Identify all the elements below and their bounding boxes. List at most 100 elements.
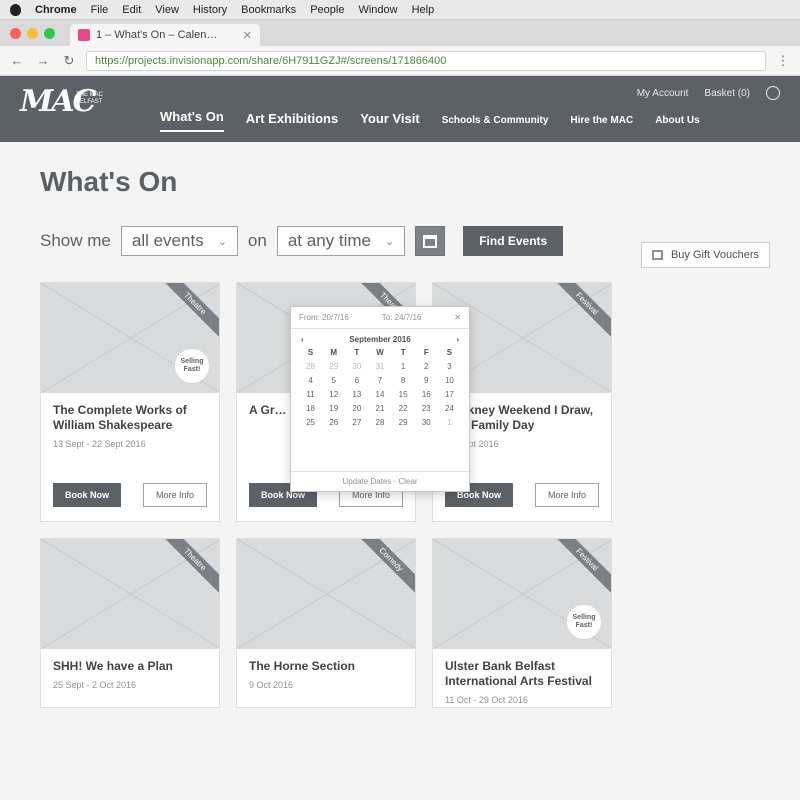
search-icon[interactable] — [766, 86, 780, 100]
nav-about-us[interactable]: About Us — [655, 115, 699, 132]
close-tab-icon[interactable]: ✕ — [243, 29, 252, 42]
calendar-day[interactable]: 23 — [415, 404, 438, 413]
calendar-day[interactable]: 8 — [392, 376, 415, 385]
weekday-header: M — [330, 348, 338, 357]
calendar-day[interactable]: 29 — [392, 418, 415, 427]
more-info-button[interactable]: More Info — [142, 483, 207, 507]
calendar-day[interactable]: 5 — [322, 376, 345, 385]
calendar-day[interactable]: 30 — [415, 418, 438, 427]
calendar-day[interactable]: 11 — [299, 390, 322, 399]
date-picker-footer[interactable]: Update Dates · Clear — [291, 471, 469, 491]
menu-window[interactable]: Window — [358, 4, 397, 16]
event-type-select[interactable]: all events ⌄ — [120, 226, 238, 256]
address-bar[interactable]: https://projects.invisionapp.com/share/6… — [86, 50, 766, 71]
weekday-header: S — [446, 348, 453, 357]
mac-logo[interactable]: MAC THE MAC BELFAST — [20, 84, 120, 134]
calendar-day[interactable]: 20 — [345, 404, 368, 413]
calendar-day[interactable]: 18 — [299, 404, 322, 413]
book-now-button[interactable]: Book Now — [53, 483, 121, 507]
calendar-day[interactable]: 30 — [345, 362, 368, 371]
calendar-day[interactable]: 4 — [299, 376, 322, 385]
event-date: 13 Sept - 22 Sept 2016 — [53, 439, 146, 449]
menu-bookmarks[interactable]: Bookmarks — [241, 4, 296, 16]
menu-edit[interactable]: Edit — [122, 4, 141, 16]
date-picker-popup: From: 20/7/16 To: 24/7/16 ✕ ‹ September … — [290, 306, 470, 492]
calendar-day[interactable]: 7 — [368, 376, 391, 385]
event-card[interactable]: Festival Selling Fast! Ulster Bank Belfa… — [432, 538, 612, 708]
calendar-day[interactable]: 17 — [438, 390, 461, 399]
browser-tab-strip: 1 – What's On – Calen… ✕ — [0, 20, 800, 46]
calendar-day[interactable]: 1 — [392, 362, 415, 371]
calendar-day[interactable]: 12 — [322, 390, 345, 399]
calendar-day[interactable]: 2 — [415, 362, 438, 371]
calendar-day[interactable]: 21 — [368, 404, 391, 413]
calendar-day[interactable]: 10 — [438, 376, 461, 385]
calendar-button[interactable] — [415, 226, 446, 256]
calendar-day[interactable]: 15 — [392, 390, 415, 399]
forward-icon[interactable]: → — [34, 52, 52, 70]
calendar-day[interactable]: 28 — [368, 418, 391, 427]
calendar-day[interactable]: 22 — [392, 404, 415, 413]
calendar-day[interactable]: 31 — [368, 362, 391, 371]
date-range-select[interactable]: at any time ⌄ — [276, 226, 406, 256]
find-events-button[interactable]: Find Events — [463, 226, 564, 256]
calendar-day[interactable]: 3 — [438, 362, 461, 371]
nav-schools-community[interactable]: Schools & Community — [442, 115, 549, 132]
zoom-window-button[interactable] — [44, 28, 55, 39]
calendar-day[interactable]: 29 — [322, 362, 345, 371]
minimize-window-button[interactable] — [27, 28, 38, 39]
browser-toolbar: ← → ↻ https://projects.invisionapp.com/s… — [0, 46, 800, 76]
nav-hire-the-mac[interactable]: Hire the MAC — [570, 115, 633, 132]
calendar-day[interactable]: 14 — [368, 390, 391, 399]
event-card[interactable]: Comedy The Horne Section 9 Oct 2016 — [236, 538, 416, 708]
calendar-day[interactable]: 24 — [438, 404, 461, 413]
close-icon[interactable]: ✕ — [454, 313, 461, 322]
menu-chrome[interactable]: Chrome — [35, 4, 77, 16]
calendar-day[interactable]: 6 — [345, 376, 368, 385]
calendar-day[interactable]: 13 — [345, 390, 368, 399]
more-info-button[interactable]: More Info — [534, 483, 599, 507]
nav-art-exhibitions[interactable]: Art Exhibitions — [246, 111, 338, 132]
calendar-day[interactable]: 25 — [299, 418, 322, 427]
calendar-day[interactable]: 19 — [322, 404, 345, 413]
calendar-day[interactable]: 1 — [438, 418, 461, 427]
event-title[interactable]: The Horne Section — [249, 659, 403, 674]
my-account-link[interactable]: My Account — [637, 88, 689, 99]
calendar-day[interactable]: 27 — [345, 418, 368, 427]
whats-on-page: What's On Show me all events ⌄ on at any… — [0, 142, 800, 800]
gift-voucher-label: Buy Gift Vouchers — [670, 249, 759, 261]
menu-history[interactable]: History — [193, 4, 227, 16]
event-image-placeholder: Theatre — [41, 539, 219, 649]
calendar-day[interactable]: 26 — [322, 418, 345, 427]
nav-your-visit[interactable]: Your Visit — [360, 111, 419, 132]
calendar-day[interactable]: 16 — [415, 390, 438, 399]
close-window-button[interactable] — [10, 28, 21, 39]
event-title[interactable]: SHH! We have a Plan — [53, 659, 207, 674]
menu-file[interactable]: File — [91, 4, 109, 16]
menu-dots-icon[interactable]: ⋮ — [774, 52, 792, 70]
logo-subtitle: THE MAC BELFAST — [76, 92, 103, 105]
prev-month-icon[interactable]: ‹ — [301, 335, 304, 344]
calendar-day[interactable]: 28 — [299, 362, 322, 371]
calendar-day[interactable]: 9 — [415, 376, 438, 385]
basket-link[interactable]: Basket (0) — [704, 88, 750, 99]
utility-nav: My Account Basket (0) — [637, 86, 780, 100]
next-month-icon[interactable]: › — [456, 335, 459, 344]
weekday-header: T — [354, 348, 360, 357]
apple-icon[interactable] — [10, 3, 21, 16]
reload-icon[interactable]: ↻ — [60, 52, 78, 70]
event-card[interactable]: Theatre SHH! We have a Plan 25 Sept - 2 … — [40, 538, 220, 708]
event-image-placeholder: Theatre Selling Fast! — [41, 283, 219, 393]
back-icon[interactable]: ← — [8, 52, 26, 70]
event-title[interactable]: Ulster Bank Belfast International Arts F… — [445, 659, 599, 689]
gift-voucher-button[interactable]: Buy Gift Vouchers — [640, 242, 770, 268]
menu-people[interactable]: People — [310, 4, 344, 16]
chevron-down-icon: ⌄ — [217, 235, 227, 248]
browser-tab[interactable]: 1 – What's On – Calen… ✕ — [70, 24, 260, 46]
nav-whats-on[interactable]: What's On — [160, 109, 224, 132]
menu-help[interactable]: Help — [412, 4, 435, 16]
event-card[interactable]: Theatre Selling Fast! The Complete Works… — [40, 282, 220, 522]
event-title[interactable]: The Complete Works of William Shakespear… — [53, 403, 207, 433]
menu-view[interactable]: View — [155, 4, 179, 16]
calendar-icon — [423, 234, 438, 248]
